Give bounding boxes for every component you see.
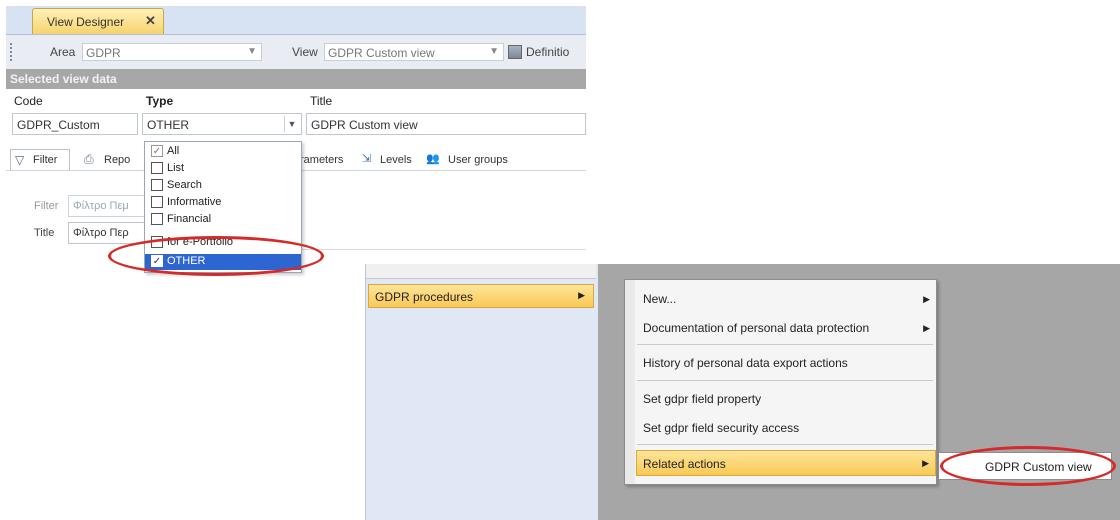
menu-separator bbox=[637, 380, 933, 381]
divider bbox=[302, 249, 586, 250]
view-combo[interactable]: GDPR Custom view ▼ bbox=[324, 43, 504, 61]
type-value: OTHER bbox=[147, 118, 189, 132]
printer-icon: ⎙ bbox=[84, 152, 94, 166]
list-item[interactable]: Search bbox=[145, 178, 301, 194]
definition-icon[interactable] bbox=[508, 45, 522, 59]
option-label: All bbox=[167, 145, 180, 157]
tab-filter-label: Filter bbox=[33, 154, 58, 166]
menu-item-documentation[interactable]: Documentation of personal data protectio… bbox=[643, 321, 869, 335]
dropdown-arrow-icon[interactable]: ▼ bbox=[284, 116, 299, 132]
menu-item-set-field-security[interactable]: Set gdpr field security access bbox=[643, 421, 799, 435]
submenu-arrow-icon: ▶ bbox=[578, 290, 585, 300]
funnel-icon: ▽ bbox=[15, 153, 25, 167]
code-value: GDPR_Custom bbox=[17, 118, 100, 132]
close-icon[interactable]: ✕ bbox=[145, 13, 156, 29]
menu-separator bbox=[637, 344, 933, 345]
checkbox-icon[interactable] bbox=[151, 162, 163, 174]
title-label: Title bbox=[310, 94, 333, 108]
tab-view-designer[interactable]: View Designer ✕ bbox=[32, 8, 164, 34]
title-row-label: Title bbox=[34, 227, 55, 239]
option-label: Informative bbox=[167, 196, 222, 208]
menu-item-set-field-property[interactable]: Set gdpr field property bbox=[643, 392, 761, 406]
submenu-gutter bbox=[625, 280, 635, 484]
filter-field-value: Φίλτρο Πεμ bbox=[73, 200, 129, 212]
menu-item-label: GDPR procedures bbox=[375, 290, 474, 304]
tab-filter[interactable]: ▽ Filter bbox=[10, 149, 70, 170]
menu-top-bar bbox=[366, 264, 596, 279]
submenu-arrow-icon: ▶ bbox=[923, 294, 930, 304]
menu-item-new[interactable]: New... bbox=[643, 292, 676, 306]
list-item[interactable]: ✓ All bbox=[145, 144, 301, 160]
tab-parameters[interactable]: rameters bbox=[300, 154, 343, 166]
menu-item-gdpr-procedures[interactable]: GDPR procedures ▶ bbox=[368, 284, 594, 308]
levels-icon: ⇲ bbox=[362, 153, 372, 165]
menu-item-history-export[interactable]: History of personal data export actions bbox=[643, 356, 848, 370]
list-item[interactable]: Informative bbox=[145, 195, 301, 211]
title-row-value: Φίλτρο Περ bbox=[73, 227, 129, 239]
area-value: GDPR bbox=[86, 46, 121, 60]
view-value: GDPR Custom view bbox=[328, 46, 435, 60]
list-item[interactable]: Financial bbox=[145, 212, 301, 228]
menu-item-label: Related actions bbox=[643, 457, 726, 471]
option-label: List bbox=[167, 162, 185, 174]
area-combo[interactable]: GDPR ▼ bbox=[82, 43, 262, 61]
annotation-ellipse bbox=[108, 236, 324, 276]
submenu-arrow-icon: ▶ bbox=[923, 323, 930, 333]
type-label: Type bbox=[146, 94, 174, 108]
checkbox-icon[interactable]: ✓ bbox=[151, 145, 163, 157]
annotation-ellipse bbox=[940, 446, 1116, 486]
tab-user-groups[interactable]: User groups bbox=[448, 154, 508, 166]
toolbar-grip-icon[interactable] bbox=[10, 43, 15, 61]
view-toolbar: Area GDPR ▼ View GDPR Custom view ▼ Defi… bbox=[6, 35, 586, 70]
filter-row-label: Filter bbox=[34, 200, 59, 212]
filter-field[interactable]: Φίλτρο Πεμ bbox=[68, 195, 148, 217]
dropdown-arrow-icon[interactable]: ▼ bbox=[247, 46, 257, 57]
user-groups-icon: 👥 bbox=[426, 153, 440, 165]
area-label: Area bbox=[50, 45, 76, 59]
option-label: Financial bbox=[167, 213, 212, 225]
dropdown-arrow-icon[interactable]: ▼ bbox=[489, 46, 499, 57]
list-item[interactable]: List bbox=[145, 161, 301, 177]
view-label: View bbox=[292, 45, 318, 59]
checkbox-icon[interactable] bbox=[151, 179, 163, 191]
section-header: Selected view data bbox=[6, 69, 586, 89]
code-field[interactable]: GDPR_Custom bbox=[12, 113, 138, 135]
type-field[interactable]: OTHER ▼ bbox=[142, 113, 302, 135]
menu-separator bbox=[637, 444, 933, 445]
section-header-label: Selected view data bbox=[10, 72, 117, 86]
title-row-field[interactable]: Φίλτρο Περ bbox=[68, 222, 148, 244]
menu-item-related-actions[interactable]: Related actions ▶ bbox=[636, 450, 936, 476]
checkbox-icon[interactable] bbox=[151, 196, 163, 208]
option-label: Search bbox=[167, 179, 202, 191]
tab-label: View Designer bbox=[47, 15, 125, 29]
tab-reports[interactable]: Repo bbox=[104, 154, 130, 166]
checkbox-icon[interactable] bbox=[151, 213, 163, 225]
title-field[interactable]: GDPR Custom view bbox=[306, 113, 586, 135]
submenu-arrow-icon: ▶ bbox=[922, 458, 929, 468]
code-label: Code bbox=[14, 94, 43, 108]
definition-button[interactable]: Definitio bbox=[526, 45, 569, 59]
tab-levels[interactable]: Levels bbox=[380, 154, 412, 166]
title-value: GDPR Custom view bbox=[311, 118, 418, 132]
